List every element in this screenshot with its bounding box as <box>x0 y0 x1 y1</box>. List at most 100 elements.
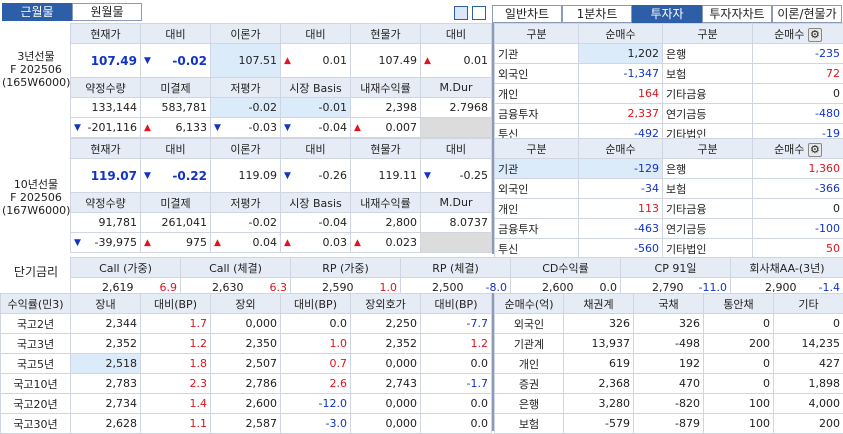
cell: 200 <box>704 334 774 354</box>
yield-head: 대비(BP) <box>281 294 351 314</box>
row-label: 외국인 <box>495 64 579 84</box>
cell: -12.0 <box>281 394 351 414</box>
header-change: 대비 <box>281 139 351 159</box>
row-value: 50 <box>753 239 843 259</box>
irr: 2,398 <box>351 98 421 118</box>
row-label: 금융투자 <box>495 219 579 239</box>
tab-near-month[interactable]: 근월물 <box>2 3 72 21</box>
yield-head: 장외호가 <box>351 294 421 314</box>
underval-change: ▼-0.03 <box>211 118 281 138</box>
cell: 2,600 <box>211 394 281 414</box>
empty-cell <box>421 118 492 138</box>
underval: -0.02 <box>211 98 281 118</box>
row-value: 72 <box>753 64 843 84</box>
header-oi: 미결제 <box>141 78 211 98</box>
header-type: 구분 <box>495 139 579 159</box>
row-value: -480 <box>753 104 843 124</box>
basis-change: ▼-0.04 <box>281 118 351 138</box>
table-row: 외국인32632600 <box>495 314 843 334</box>
row-label: 금융투자 <box>495 104 579 124</box>
tab-investor[interactable]: 투자자 <box>632 5 702 23</box>
basis-change: ▲0.03 <box>281 233 351 253</box>
header-type: 구분 <box>663 139 753 159</box>
row-value: 164 <box>579 84 663 104</box>
table-row: 국고2년2,3441.70,0000.02,250-7.7 <box>1 314 492 334</box>
yield-head: 장외 <box>211 294 281 314</box>
cell: 2,518 <box>71 354 141 374</box>
cell: 0.0 <box>421 394 492 414</box>
spot-change: ▲0.01 <box>421 44 492 78</box>
layout-icon[interactable] <box>454 6 468 20</box>
cell: 1.0 <box>281 334 351 354</box>
underval-change: ▲0.04 <box>211 233 281 253</box>
row-label: 기관 <box>495 159 579 179</box>
row-value: 113 <box>579 199 663 219</box>
row-label: 기타금융 <box>663 84 753 104</box>
gear-icon[interactable]: ⚙ <box>808 143 822 157</box>
yield-head: 수익률(민3) <box>1 294 71 314</box>
theory-change: ▼-0.26 <box>281 159 351 193</box>
cell: 2,507 <box>211 354 281 374</box>
irr: 2,800 <box>351 213 421 233</box>
investor-name: 외국인 <box>495 314 564 334</box>
cell: 1.4 <box>141 394 211 414</box>
futures-10y-table: 현재가대비이론가대비현물가대비 119.07▼-0.22119.09▼-0.26… <box>70 138 492 253</box>
tab-theory-spot[interactable]: 이론/현물가 <box>772 5 842 23</box>
header-theory: 이론가 <box>211 139 281 159</box>
investor-name: 기관계 <box>495 334 564 354</box>
theory-price: 107.51 <box>211 44 281 78</box>
header-spot: 현물가 <box>351 139 421 159</box>
gear-icon[interactable]: ⚙ <box>808 28 822 42</box>
header-volume: 약정수량 <box>71 193 141 213</box>
tab-1min-chart[interactable]: 1분차트 <box>562 5 632 23</box>
row-value: -34 <box>579 179 663 199</box>
basis: -0.01 <box>281 98 351 118</box>
header-mdur: M.Dur <box>421 193 492 213</box>
cell: 1.2 <box>421 334 492 354</box>
row-label: 보험 <box>663 179 753 199</box>
spot-price: 107.49 <box>351 44 421 78</box>
cell: 2.6 <box>281 374 351 394</box>
investor-name: 개인 <box>495 354 564 374</box>
rate-head: CD수익률 <box>511 258 621 278</box>
cell: 192 <box>634 354 704 374</box>
tab-far-month[interactable]: 원월물 <box>72 3 142 21</box>
cell: -1.7 <box>421 374 492 394</box>
volume-change: ▼-39,975 <box>71 233 141 253</box>
row-value: -1,347 <box>579 64 663 84</box>
table-row: 국고5년2,5181.82,5070.70,0000.0 <box>1 354 492 374</box>
cell: 2,250 <box>351 314 421 334</box>
open-interest: 261,041 <box>141 213 211 233</box>
cell: 2,350 <box>211 334 281 354</box>
cell: 0 <box>774 314 843 334</box>
header-current: 현재가 <box>71 24 141 44</box>
header-change: 대비 <box>281 24 351 44</box>
cell: 0,000 <box>351 354 421 374</box>
cell: 2,743 <box>351 374 421 394</box>
short-rate-table: Call (가중) Call (체결) RP (가중) RP (체결) CD수익… <box>70 257 843 298</box>
netbuy-head: 채권계 <box>564 294 634 314</box>
mdur: 8.0737 <box>421 213 492 233</box>
cell: 326 <box>634 314 704 334</box>
tab-investor-chart[interactable]: 투자자차트 <box>702 5 772 23</box>
theory-change: ▲0.01 <box>281 44 351 78</box>
row-value: 1,360 <box>753 159 843 179</box>
rate-head: Call (가중) <box>71 258 181 278</box>
table-row: 국고10년2,7832.32,7862.62,743-1.7 <box>1 374 492 394</box>
row-label: 개인 <box>495 84 579 104</box>
cell: 2.3 <box>141 374 211 394</box>
header-change: 대비 <box>141 24 211 44</box>
row-label: 기타법인 <box>663 239 753 259</box>
header-underval: 저평가 <box>211 193 281 213</box>
header-oi: 미결제 <box>141 193 211 213</box>
header-netbuy-gear: 순매수 ⚙ <box>753 139 843 159</box>
tab-general-chart[interactable]: 일반차트 <box>492 5 562 23</box>
cell: 13,937 <box>564 334 634 354</box>
oi-change: ▲975 <box>141 233 211 253</box>
row-label: 보험 <box>663 64 753 84</box>
row-value: -235 <box>753 44 843 64</box>
split-icon[interactable] <box>472 6 486 20</box>
netbuy-head: 기타 <box>774 294 843 314</box>
spot-price: 119.11 <box>351 159 421 193</box>
cell: 0,000 <box>351 394 421 414</box>
